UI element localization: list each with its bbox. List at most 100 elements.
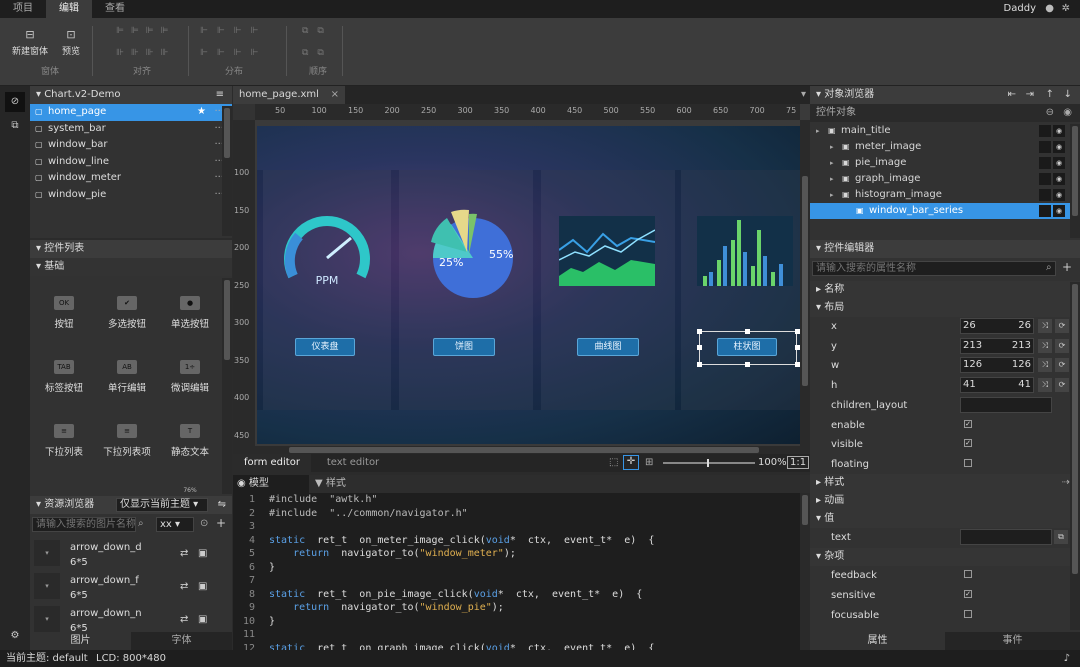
eye-toggle[interactable]: ◉ [1053,173,1065,185]
property-collapse-icon[interactable]: ▾ [816,243,824,254]
lock-toggle[interactable] [1039,205,1051,217]
add-icon[interactable]: + [1062,260,1072,274]
widget-item-partial[interactable]: 76% [160,484,220,496]
lock-toggle[interactable] [1039,141,1051,153]
property-search-input[interactable] [812,261,1056,276]
canvas-hscroll-thumb[interactable] [289,447,759,453]
tree-expander-icon[interactable]: ▸ [830,171,834,187]
tab-fonts[interactable]: 字体 [131,632,232,650]
resize-handle[interactable] [697,362,702,367]
histogram-image[interactable] [697,216,793,286]
project-item[interactable]: ▢ window_meter ··· [30,170,232,187]
distribute-icons-row2[interactable]: ⊩⊩⊩⊩ [200,48,267,58]
eye-icon[interactable]: ◉ [1063,104,1072,122]
user-name[interactable]: Daddy [1004,3,1036,14]
object-tree-item[interactable]: ▸ ▣ pie_image ◉ [810,155,1070,171]
meter-image[interactable]: PPM [279,206,375,286]
fit-icon[interactable]: ⬚ [609,457,618,468]
tree-expander-icon[interactable]: ▸ [830,139,834,155]
menu-tab-project[interactable]: 项目 [0,0,46,18]
ratio-button[interactable]: 1:1 [787,456,810,469]
object-scroll-thumb[interactable] [1072,126,1078,216]
widget-item[interactable]: TAB 标签按钮 [34,360,94,394]
section-layout[interactable]: ▾ 布局 [810,299,1080,317]
pie-button[interactable]: 饼图 [433,338,495,356]
resize-handle[interactable] [745,362,750,367]
editor-tab-home-page[interactable]: home_page.xml × [233,86,345,104]
resize-handle[interactable] [745,329,750,334]
section-style[interactable]: ▸ 样式 ⇢ [810,474,1080,492]
filter-icon[interactable]: ⇋ [218,496,226,514]
card-graph[interactable] [541,170,675,410]
tree-expander-icon[interactable]: ▸ [830,155,834,171]
card-histogram[interactable] [681,170,800,410]
project-scroll-thumb[interactable] [224,108,230,158]
section-value[interactable]: ▾ 值 [810,510,1080,528]
canvas-vscroll[interactable] [800,120,810,462]
clock-icon[interactable]: ⊙ [200,518,208,529]
arrow-down-icon[interactable]: ↓ [1064,86,1072,104]
link-icon[interactable]: ⤨ [1038,338,1052,353]
resource-collapse-icon[interactable]: ▾ [36,499,44,510]
order-icons-row1[interactable]: ⧉⧉ [302,26,333,36]
gear-icon[interactable]: ✲ [1062,3,1070,14]
resource-item[interactable]: ▾ arrow_down_d 6*5 ⇄ ▣ [30,538,232,571]
refresh-icon[interactable]: ⟳ [1055,319,1069,333]
extension-select[interactable]: xx ▾ [156,517,194,532]
object-collapse-icon[interactable]: ▾ [816,89,824,100]
lock-toggle[interactable] [1039,189,1051,201]
bell-icon[interactable]: ♪ [1064,650,1070,667]
eye-toggle[interactable]: ◉ [1053,189,1065,201]
code-scroll-thumb[interactable] [802,495,808,525]
object-scrollbar[interactable] [1070,124,1080,238]
link-icon[interactable]: ⤨ [1038,377,1052,392]
eye-toggle[interactable]: ◉ [1053,141,1065,153]
text-edit-icon[interactable]: ⧉ [1054,530,1068,544]
object-tree-item[interactable]: ▸ ▣ meter_image ◉ [810,139,1070,155]
refresh-icon[interactable]: ⟳ [1055,338,1069,353]
tab-model[interactable]: ◉ 模型 [233,475,309,493]
tag-icon[interactable]: ⊘ [5,92,25,112]
widget-item[interactable]: OK 按钮 [34,296,94,330]
style-edit-icon[interactable]: ⇢ [1062,474,1070,492]
widget-collapse-icon[interactable]: ▾ [36,243,44,254]
order-icons-row2[interactable]: ⧉⧉ [302,48,333,58]
tab-style[interactable]: ▼ 样式 [311,475,371,493]
lock-toggle[interactable] [1039,125,1051,137]
tab-form-editor[interactable]: form editor [233,454,311,472]
widget-item[interactable]: ● 单选按钮 [160,296,220,330]
eye-toggle[interactable]: ◉ [1053,205,1065,217]
eye-toggle[interactable]: ◉ [1053,157,1065,169]
close-icon[interactable]: × [331,86,339,104]
project-item[interactable]: ▢ window_line ··· [30,154,232,171]
project-scrollbar[interactable] [222,106,232,236]
sensitive-checkbox[interactable]: ✓ [964,590,972,598]
align-icons-row2[interactable]: ⊪⊪⊪⊪ [116,48,175,58]
trash-icon[interactable]: ▣ [198,581,207,592]
zoom-slider[interactable] [663,459,755,467]
link-icon[interactable]: ⤨ [1038,358,1052,373]
refresh-icon[interactable]: ⟳ [1055,358,1069,373]
widget-item[interactable]: T 静态文本 [160,424,220,458]
menu-tab-view[interactable]: 查看 [92,0,138,18]
edit-icon[interactable]: ⇄ [180,548,188,559]
widget-item[interactable]: ✔ 多选按钮 [97,296,157,330]
theme-filter-select[interactable]: 仅显示当前主题 ▾ [116,498,208,512]
children-layout-input[interactable] [960,397,1052,413]
feedback-checkbox[interactable] [964,570,972,578]
project-item[interactable]: ▢ window_bar ··· [30,137,232,154]
eye-toggle[interactable]: ◉ [1053,125,1065,137]
tab-images[interactable]: 图片 [30,632,131,650]
tree-expander-icon[interactable]: ▸ [816,123,820,139]
tree-expander-icon[interactable]: ▸ [830,187,834,203]
object-tree-item[interactable]: ▸ ▣ main_title ◉ [810,123,1070,139]
widget-item[interactable]: ≡ 下拉列表 [34,424,94,458]
canvas-vscroll-thumb[interactable] [802,176,808,386]
object-tree-item[interactable]: ▣ window_bar_series ◉ [810,203,1070,219]
chevron-down-icon[interactable]: ▾ [801,89,806,100]
prop-y-input[interactable]: 213 213 [960,337,1034,354]
prop-x-input[interactable]: 26 26 [960,318,1034,334]
section-misc[interactable]: ▾ 杂项 [810,548,1080,566]
add-icon[interactable]: + [216,516,226,530]
visible-checkbox[interactable]: ✓ [964,439,972,447]
